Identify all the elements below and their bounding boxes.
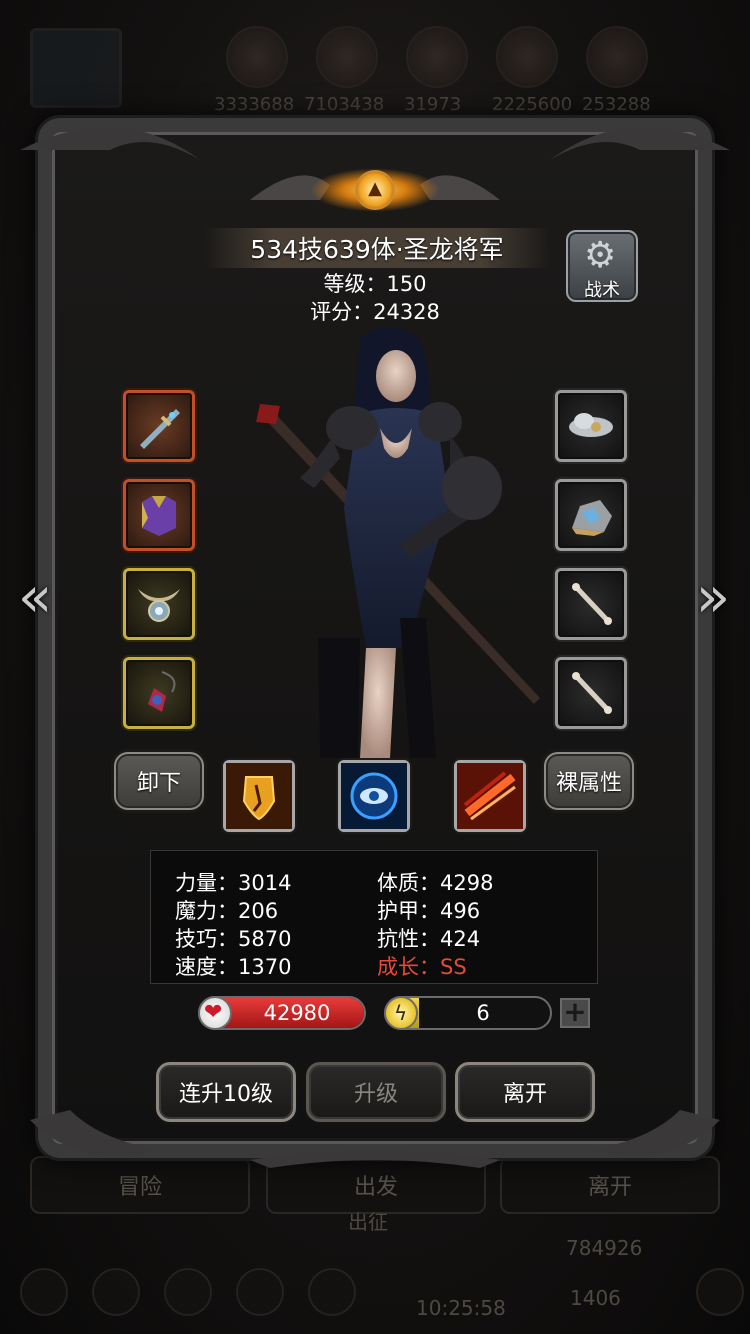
skill-slot-eye[interactable] xyxy=(338,760,410,832)
resource-orb-icon xyxy=(316,26,378,88)
stat-speed: 速度：1370 xyxy=(175,955,292,979)
mission-label: 出征 xyxy=(348,1210,388,1234)
stat-growth: 成长：SS xyxy=(377,955,467,979)
gold-value: 784926 xyxy=(566,1236,643,1260)
lightning-icon: ϟ xyxy=(384,996,418,1030)
hero-name: 534技639体·圣龙将军 xyxy=(250,235,504,264)
hero-name-bar: 534技639体·圣龙将军 xyxy=(204,228,550,268)
stat-skill: 技巧：5870 xyxy=(175,927,292,951)
resource-orb-icon xyxy=(586,26,648,88)
shield-skill-icon xyxy=(226,763,292,829)
tactics-label: 战术 xyxy=(584,280,620,301)
stat-magic: 魔力：206 xyxy=(175,899,279,923)
close-icon xyxy=(696,1268,744,1316)
resource-orb-icon xyxy=(406,26,468,88)
unequip-button[interactable]: 卸下 xyxy=(114,752,204,810)
tactics-button[interactable]: ⚙ 战术 xyxy=(566,230,638,302)
menu-icon xyxy=(20,1268,68,1316)
previous-hero-arrow-icon[interactable]: « xyxy=(10,566,60,630)
equip-slot-relic[interactable] xyxy=(555,390,627,462)
equip-slot-bone-1[interactable] xyxy=(555,568,627,640)
leave-button[interactable]: 离开 xyxy=(455,1062,595,1122)
stat-resist: 抗性：424 xyxy=(377,927,481,951)
resource-orb-icon xyxy=(226,26,288,88)
cloud-relic-icon xyxy=(569,413,613,437)
dialog-emblem xyxy=(310,160,440,220)
menu-icon xyxy=(308,1268,356,1316)
level-up-10-button[interactable]: 连升10级 xyxy=(156,1062,296,1122)
slash-skill-icon xyxy=(457,763,523,829)
equip-slot-bone-2[interactable] xyxy=(555,657,627,729)
menu-icon xyxy=(164,1268,212,1316)
equip-slot-weapon[interactable] xyxy=(123,390,195,462)
stat-physique: 体质：4298 xyxy=(377,871,494,895)
next-hero-arrow-icon[interactable]: » xyxy=(688,566,738,630)
hp-value: 42980 xyxy=(263,1001,331,1025)
stats-panel: 力量：3014 魔力：206 技巧：5870 速度：1370 体质：4298 护… xyxy=(150,850,598,984)
hero-level: 等级：150 xyxy=(323,272,427,296)
equip-slot-charm[interactable] xyxy=(123,568,195,640)
menu-icon xyxy=(92,1268,140,1316)
level-up-button[interactable]: 升级 xyxy=(306,1062,446,1122)
bone-icon xyxy=(572,583,612,625)
eye-skill-icon xyxy=(341,763,407,829)
resource-orb-icon xyxy=(496,26,558,88)
hero-portrait xyxy=(256,327,540,758)
necklace-icon xyxy=(148,671,176,712)
menu-icon xyxy=(236,1268,284,1316)
add-energy-button[interactable]: + xyxy=(560,998,590,1028)
skill-slot-slash[interactable] xyxy=(454,760,526,832)
sword-icon xyxy=(140,409,180,449)
stat-strength: 力量：3014 xyxy=(175,871,292,895)
gear-icon: ⚙ xyxy=(584,235,617,276)
equip-slot-ore[interactable] xyxy=(555,479,627,551)
heart-icon: ❤ xyxy=(198,996,232,1030)
ore-icon xyxy=(572,500,612,536)
bare-stats-button[interactable]: 裸属性 xyxy=(544,752,634,810)
armor-icon xyxy=(142,496,176,536)
amulet-icon xyxy=(138,589,180,622)
equip-slot-necklace[interactable] xyxy=(123,657,195,729)
gem-value: 1406 xyxy=(570,1286,621,1310)
equip-slot-armor[interactable] xyxy=(123,479,195,551)
bone-icon xyxy=(572,672,612,714)
stat-armor: 护甲：496 xyxy=(377,899,481,923)
skill-slot-shield[interactable] xyxy=(223,760,295,832)
clock: 10:25:58 xyxy=(416,1296,506,1320)
energy-value: 6 xyxy=(476,1001,490,1025)
